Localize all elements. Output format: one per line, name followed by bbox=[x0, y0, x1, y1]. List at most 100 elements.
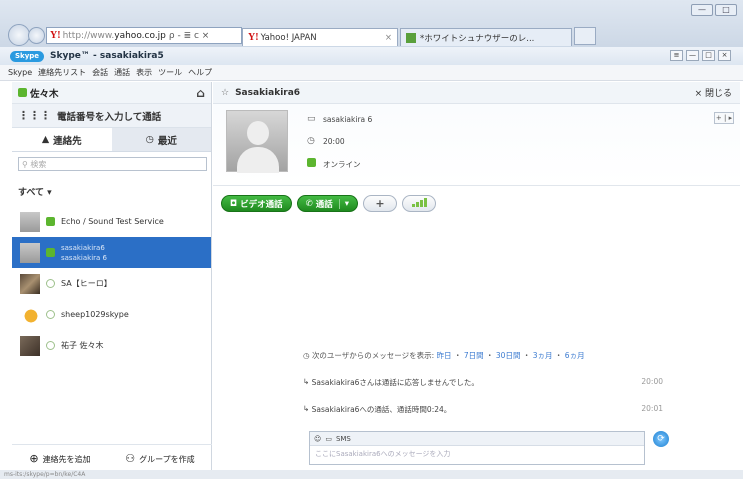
contact-item-selected[interactable]: sasakiakira6 sasakiakira 6 bbox=[12, 237, 211, 268]
offline-status-icon bbox=[46, 279, 55, 288]
history-icon: ◷ bbox=[303, 351, 312, 360]
message-input[interactable]: ここにSasakiakira6へのメッセージを入力 bbox=[310, 446, 644, 462]
tab-recent[interactable]: ◷ 最近 bbox=[111, 128, 211, 151]
contact-name: Echo / Sound Test Service bbox=[61, 217, 164, 226]
search-placeholder: 検索 bbox=[30, 159, 47, 169]
avatar bbox=[20, 335, 40, 356]
sms-icon: ▭ bbox=[325, 434, 332, 443]
offline-status-icon bbox=[46, 310, 55, 319]
chat-mode-bar: ☺ ▭ SMS bbox=[310, 432, 644, 446]
back-button[interactable] bbox=[8, 24, 30, 46]
menu-contacts[interactable]: 連絡先リスト bbox=[38, 67, 86, 78]
contact-item[interactable]: sheep1029skype bbox=[12, 299, 211, 330]
group-all-dropdown[interactable]: すべて ▾ bbox=[18, 185, 211, 198]
avatar bbox=[20, 273, 40, 294]
close-conversation-button[interactable]: × 閉じる bbox=[695, 86, 732, 99]
menu-call[interactable]: 通話 bbox=[114, 67, 130, 78]
emoticon-icon[interactable]: ☺ bbox=[314, 435, 321, 443]
conversation-title: Sasakiakira6 bbox=[235, 87, 301, 98]
dial-number-row[interactable]: ⋮⋮⋮ 電話番号を入力して通話 bbox=[12, 104, 211, 128]
avatar bbox=[20, 242, 40, 263]
offline-status-icon bbox=[46, 341, 55, 350]
menu-help[interactable]: ヘルプ bbox=[188, 67, 212, 78]
forward-button[interactable] bbox=[28, 27, 45, 44]
send-button[interactable]: ⟳ bbox=[653, 431, 669, 447]
expand-profile-button[interactable]: + | ▸ bbox=[714, 112, 734, 124]
history-link[interactable]: 6ヵ月 bbox=[565, 351, 585, 360]
home-icon[interactable]: ⌂ bbox=[196, 86, 205, 100]
tab-blog[interactable]: *ホワイトシュナウザーのレ... bbox=[400, 28, 572, 46]
menu-conversation[interactable]: 会話 bbox=[92, 67, 108, 78]
call-toolbar: ◘ ビデオ通話 ✆ 通話 ▾ + bbox=[221, 195, 437, 212]
profile-display-name: sasakiakira 6 bbox=[323, 114, 373, 124]
conversation-header: ☆ Sasakiakira6 × 閉じる bbox=[213, 82, 740, 104]
message-text: Sasakiakira6さんは通話に応答しませんでした。 bbox=[311, 378, 479, 387]
create-group-button[interactable]: ⚇ グループを作成 bbox=[125, 452, 194, 465]
contact-item[interactable]: SA【ヒーロ】 bbox=[12, 268, 211, 299]
tab-contacts[interactable]: ▲ 連絡先 bbox=[12, 128, 112, 151]
message-time: 20:00 bbox=[641, 377, 663, 386]
address-bar[interactable]: Y! http://www. yahoo.co.jp ρ - ≣ c × bbox=[46, 27, 242, 44]
skype-minimize-button[interactable]: — bbox=[686, 50, 699, 61]
contact-tabs: ▲ 連絡先 ◷ 最近 bbox=[12, 128, 211, 152]
contact-name: sheep1029skype bbox=[61, 310, 129, 319]
chat-mode-label[interactable]: SMS bbox=[336, 435, 351, 443]
address-tools[interactable]: ρ - ≣ c × bbox=[169, 31, 209, 41]
message-input-box[interactable]: ☺ ▭ SMS ここにSasakiakira6へのメッセージを入力 bbox=[309, 431, 645, 465]
profile-panel: ▭ sasakiakira 6 ◷ 20:00 オンライン + | ▸ bbox=[213, 104, 740, 186]
dialpad-icon: ⋮⋮⋮ bbox=[18, 109, 51, 122]
chevron-down-icon[interactable]: ▾ bbox=[338, 198, 349, 209]
search-input[interactable]: ⚲ 検索 bbox=[18, 157, 207, 171]
tab-contacts-label: 連絡先 bbox=[53, 135, 82, 147]
voice-call-label: 通話 bbox=[315, 199, 333, 210]
menu-skype[interactable]: Skype bbox=[8, 68, 32, 77]
contact-name: sasakiakira6 bbox=[61, 243, 105, 252]
minimize-button[interactable]: — bbox=[691, 4, 713, 16]
history-link[interactable]: 30日間 bbox=[496, 351, 521, 360]
skype-menu-button[interactable]: ≡ bbox=[670, 50, 683, 61]
skype-close-button[interactable]: × bbox=[718, 50, 731, 61]
contact-name: 祐子 佐々木 bbox=[61, 341, 104, 350]
video-camera-icon: ◘ bbox=[230, 198, 241, 209]
history-link[interactable]: 3ヵ月 bbox=[533, 351, 553, 360]
add-contact-label: 連絡先を追加 bbox=[42, 455, 91, 464]
add-contact-button[interactable]: ⊕ 連絡先を追加 bbox=[29, 452, 90, 465]
user-status-row[interactable]: 佐々木 ⌂ bbox=[12, 82, 211, 104]
online-status-icon bbox=[46, 217, 55, 226]
video-call-label: ビデオ通話 bbox=[240, 199, 283, 210]
mood-bubble-icon: ▭ bbox=[307, 114, 316, 124]
menu-view[interactable]: 表示 bbox=[136, 67, 152, 78]
add-person-icon: ⊕ bbox=[29, 452, 39, 465]
tab-recent-label: 最近 bbox=[157, 135, 177, 147]
history-link[interactable]: 昨日 bbox=[437, 351, 452, 360]
contact-item[interactable]: Echo / Sound Test Service bbox=[12, 206, 211, 237]
profile-avatar bbox=[226, 110, 288, 173]
call-quality-icon[interactable] bbox=[402, 195, 437, 212]
call-ended-icon: ↳ bbox=[303, 404, 312, 413]
video-call-button[interactable]: ◘ ビデオ通話 bbox=[221, 195, 292, 212]
tab-yahoo[interactable]: Y! Yahoo! JAPAN × bbox=[242, 28, 398, 46]
new-tab-button[interactable] bbox=[574, 27, 596, 45]
address-prefix: http://www. bbox=[62, 30, 115, 41]
menu-tools[interactable]: ツール bbox=[158, 67, 182, 78]
skype-logo-icon: Skype bbox=[10, 50, 45, 62]
contact-item[interactable]: 祐子 佐々木 bbox=[12, 330, 211, 361]
message-text: Sasakiakira6への通話、通話時間0:24。 bbox=[311, 405, 452, 414]
tab-label: Yahoo! JAPAN bbox=[260, 32, 317, 43]
window-buttons: — □ bbox=[691, 4, 737, 16]
status-bar: ms-its:/skype/p=bn/ke/C4A bbox=[0, 470, 743, 479]
tab-close-icon[interactable]: × bbox=[385, 33, 392, 43]
avatar bbox=[20, 211, 40, 232]
contacts-footer: ⊕ 連絡先を追加 ⚇ グループを作成 bbox=[12, 444, 212, 472]
maximize-button[interactable]: □ bbox=[715, 4, 737, 16]
add-people-button[interactable]: + bbox=[363, 195, 398, 212]
contact-subname: sasakiakira 6 bbox=[61, 253, 108, 262]
skype-maximize-button[interactable]: □ bbox=[702, 50, 715, 61]
profile-status-row: オンライン bbox=[307, 158, 361, 170]
favorite-star-icon[interactable]: ☆ bbox=[221, 88, 229, 98]
clock-icon: ◷ bbox=[307, 136, 315, 146]
voice-call-button[interactable]: ✆ 通話 ▾ bbox=[296, 195, 359, 212]
missed-call-icon: ↳ bbox=[303, 377, 312, 386]
history-link[interactable]: 7日間 bbox=[464, 351, 484, 360]
group-icon: ⚇ bbox=[125, 452, 136, 465]
